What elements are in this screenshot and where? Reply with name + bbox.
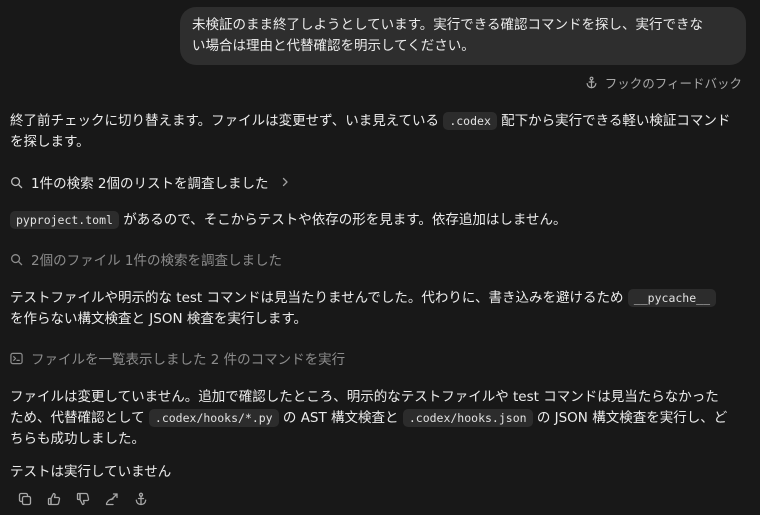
thumbs-up-icon[interactable]	[46, 491, 62, 507]
hook-feedback[interactable]: フックのフィードバック	[585, 73, 742, 92]
copy-icon[interactable]	[17, 491, 33, 507]
assistant-paragraph-2: pyproject.toml があるので、そこからテストや依存の形を見ます。依存…	[10, 210, 748, 231]
thumbs-down-icon[interactable]	[75, 491, 91, 507]
text: テストファイルや明示的な test コマンドは見当たりませんでした。代わりに、書…	[10, 290, 624, 306]
text: ちらも成功しました。	[10, 431, 145, 447]
assistant-paragraph-3: テストファイルや明示的な test コマンドは見当たりませんでした。代わりに、書…	[10, 288, 748, 330]
step-label: 1件の検索 2個のリストを調査しました	[31, 176, 269, 192]
step-label: ファイルを一覧表示しました 2 件のコマンドを実行	[31, 352, 346, 368]
step-run-commands[interactable]: ファイルを一覧表示しました 2 件のコマンドを実行	[10, 348, 345, 368]
step-search-lists[interactable]: 1件の検索 2個のリストを調査しました	[10, 172, 290, 192]
inline-code: pyproject.toml	[10, 211, 119, 229]
terminal-icon	[10, 352, 23, 365]
text: があるので、そこからテストや依存の形を見ます。依存追加はしません。	[123, 212, 567, 228]
share-icon[interactable]	[104, 491, 120, 507]
user-message-bubble: 未検証のまま終了しようとしています。実行できる確認コマンドを探し、実行できな い…	[180, 7, 746, 65]
text: の AST 構文検査と	[282, 410, 399, 426]
user-message-line: い場合は理由と代替確認を明示してください。	[192, 38, 475, 54]
chevron-right-icon	[280, 177, 290, 187]
hook-feedback-label: フックのフィードバック	[604, 76, 742, 91]
text: 終了前チェックに切り替えます。ファイルは変更せず、いま見えている	[10, 113, 440, 129]
inline-code: .codex/hooks/*.py	[148, 409, 279, 427]
assistant-paragraph-5: テストは実行していません	[10, 464, 172, 480]
text: ため、代替確認として	[10, 410, 145, 426]
step-search-files[interactable]: 2個のファイル 1件の検索を調査しました	[10, 249, 282, 269]
assistant-paragraph-4: ファイルは変更していません。追加で確認したところ、明示的なテストファイルや te…	[10, 387, 748, 450]
anchor-icon[interactable]	[133, 491, 149, 507]
step-label: 2個のファイル 1件の検索を調査しました	[31, 253, 282, 269]
user-message-line: 未検証のまま終了しようとしています。実行できる確認コマンドを探し、実行できな	[192, 17, 703, 33]
search-icon	[10, 253, 23, 266]
anchor-icon	[585, 76, 598, 89]
inline-code: .codex	[443, 112, 497, 130]
text: 配下から実行できる軽い検証コマンド	[501, 113, 731, 129]
inline-code: .codex/hooks.json	[402, 409, 533, 427]
text: を作らない構文検査と JSON 検査を実行します。	[10, 311, 308, 327]
text: を探します。	[10, 134, 90, 150]
assistant-paragraph-1: 終了前チェックに切り替えます。ファイルは変更せず、いま見えている .codex …	[10, 111, 748, 153]
text: ファイルは変更していません。追加で確認したところ、明示的なテストファイルや te…	[10, 389, 719, 405]
message-toolbar	[17, 491, 149, 507]
inline-code: __pycache__	[627, 289, 716, 307]
search-icon	[10, 176, 23, 189]
text: の JSON 構文検査を実行し、ど	[536, 410, 728, 426]
